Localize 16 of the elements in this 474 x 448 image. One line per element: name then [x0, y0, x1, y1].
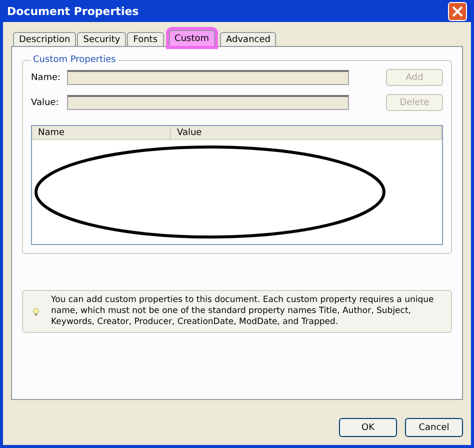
group-title: Custom Properties	[32, 55, 117, 65]
dialog-button[interactable]: Cancel	[405, 418, 463, 437]
tab[interactable]: Description	[13, 32, 76, 46]
tab[interactable]: Custom	[168, 30, 216, 46]
column-header[interactable]: Name	[32, 126, 171, 139]
close-icon	[452, 6, 463, 16]
tab[interactable]: Fonts	[127, 32, 164, 46]
close-button[interactable]	[448, 2, 467, 20]
field-label: Name:	[31, 72, 61, 82]
info-text: You can add custom properties to this document. Each custom property requires a unique name, which must not be one of the standard property names Title, Author, Subject, Keywords, Creator, Producer, CreationDate, ModDate, and Trapped.	[51, 295, 435, 328]
tab[interactable]: Security	[77, 32, 126, 46]
field-label: Value:	[31, 98, 60, 108]
column-header[interactable]: Value	[171, 126, 442, 139]
tab[interactable]: Advanced	[220, 32, 276, 46]
window-title: Document Properties	[7, 4, 139, 18]
dialog-button[interactable]: OK	[339, 418, 397, 437]
